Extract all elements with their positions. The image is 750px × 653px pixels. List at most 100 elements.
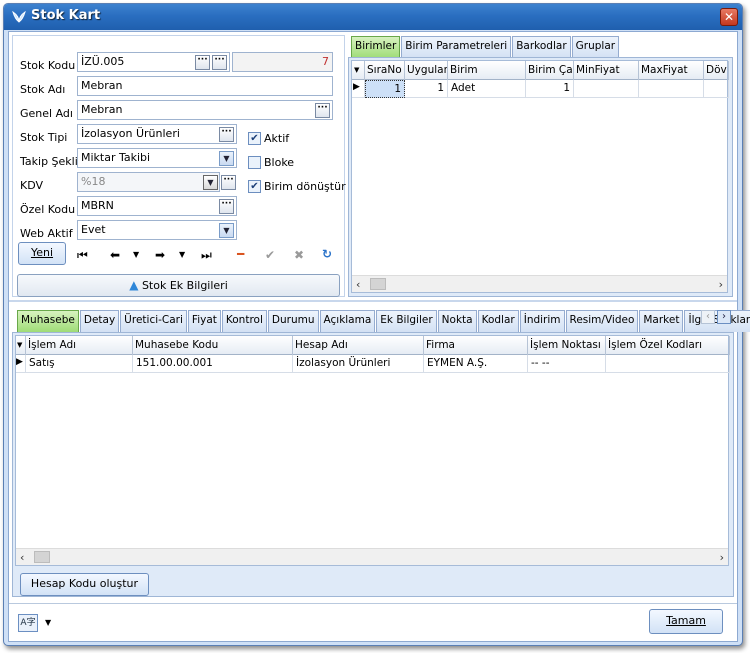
tab-durumu[interactable]: Durumu: [267, 310, 319, 332]
app-icon: [12, 10, 26, 23]
next-record-icon[interactable]: ➡: [155, 248, 165, 262]
tab-ek-bilgiler[interactable]: Ek Bilgiler: [376, 310, 437, 332]
kdv-select[interactable]: %18: [77, 172, 220, 192]
cell-firma[interactable]: EYMEN A.Ş.: [424, 355, 528, 373]
scroll-left-icon[interactable]: ‹: [356, 278, 360, 291]
stok-adi-input[interactable]: Mebran: [77, 76, 333, 96]
scroll-right-icon[interactable]: ›: [719, 278, 723, 291]
yeni-button[interactable]: Yeni: [18, 242, 66, 265]
aktif-checkbox[interactable]: ✔: [248, 132, 261, 145]
col-islem-adi[interactable]: İşlem Adı: [26, 336, 133, 355]
tabs-scroll-right-icon[interactable]: ›: [717, 310, 731, 324]
stok-tipi-ellipsis-button[interactable]: ···: [219, 127, 234, 142]
column-chooser-chevron-down-icon[interactable]: ▼: [352, 61, 365, 80]
kdv-ellipsis-button[interactable]: ···: [221, 175, 236, 190]
tab-kontrol[interactable]: Kontrol: [221, 310, 267, 332]
unit-grid-header: ▼ SıraNo Uygulam Birim Birim Çarp MinFiy…: [352, 61, 729, 80]
col-minfiyat[interactable]: MinFiyat: [574, 61, 639, 80]
bloke-checkbox[interactable]: [248, 156, 261, 169]
col-hesap-adi[interactable]: Hesap Adı: [293, 336, 424, 355]
stok-kodu-ellipsis-button[interactable]: ···: [195, 55, 210, 70]
col-sirano[interactable]: SıraNo: [365, 61, 405, 80]
web-aktif-chevron-down-icon[interactable]: ▼: [219, 223, 234, 238]
acc-column-chooser-chevron-down-icon[interactable]: ▼: [16, 336, 26, 355]
hesap-kodu-olustur-button[interactable]: Hesap Kodu oluştur: [20, 573, 149, 596]
cell-hesap-adi[interactable]: İzolasyon Ürünleri: [293, 355, 424, 373]
tab-uretici-cari[interactable]: Üretici-Cari: [120, 310, 187, 332]
kdv-chevron-down-icon[interactable]: ▼: [203, 175, 218, 190]
tab-barkodlar[interactable]: Barkodlar: [512, 36, 571, 58]
tab-birimler[interactable]: Birimler: [351, 36, 401, 58]
delete-icon[interactable]: ━: [237, 247, 244, 261]
unit-grid: ▼ SıraNo Uygulam Birim Birim Çarp MinFiy…: [351, 60, 729, 293]
tab-nokta[interactable]: Nokta: [437, 310, 477, 332]
cell-maxfiyat[interactable]: [639, 80, 704, 98]
tab-market[interactable]: Market: [639, 310, 684, 332]
stok-ek-bilgileri-button[interactable]: ▲ Stok Ek Bilgileri: [17, 274, 340, 297]
col-muhasebe-kodu[interactable]: Muhasebe Kodu: [133, 336, 293, 355]
cell-birim[interactable]: Adet: [448, 80, 526, 98]
takip-sekli-chevron-down-icon[interactable]: ▼: [219, 151, 234, 166]
col-birim[interactable]: Birim: [448, 61, 526, 80]
tab-detay[interactable]: Detay: [79, 310, 120, 332]
cell-sirano[interactable]: 1: [365, 80, 405, 98]
acc-scroll-left-icon[interactable]: ‹: [20, 551, 24, 564]
takip-sekli-select[interactable]: Miktar Takibi: [77, 148, 237, 168]
tab-aciklama[interactable]: Açıklama: [319, 310, 376, 332]
cancel-icon[interactable]: ✖: [294, 248, 304, 262]
col-doviz[interactable]: Döv: [704, 61, 729, 80]
save-check-icon[interactable]: ✔: [265, 248, 275, 262]
stok-kodu-ellipsis-button-2[interactable]: ···: [212, 55, 227, 70]
genel-adi-ellipsis-button[interactable]: ···: [315, 103, 330, 118]
tab-muhasebe[interactable]: Muhasebe: [17, 310, 79, 332]
tab-resim-video[interactable]: Resim/Video: [565, 310, 639, 332]
cell-islem-adi[interactable]: Satış: [26, 355, 133, 373]
stok-kart-window: Stok Kart ✕ Stok Kodu İZÜ.005 ··· ··· 7 …: [3, 3, 750, 646]
web-aktif-select[interactable]: Evet: [77, 220, 237, 240]
close-button[interactable]: ✕: [720, 8, 738, 26]
col-firma[interactable]: Firma: [424, 336, 528, 355]
prev-dropdown-chevron-down-icon[interactable]: ▼: [133, 248, 139, 262]
acc-scroll-thumb[interactable]: [34, 551, 50, 563]
stok-tipi-input[interactable]: İzolasyon Ürünleri: [77, 124, 237, 144]
cell-uygulam[interactable]: 1: [405, 80, 448, 98]
tab-indirim[interactable]: İndirim: [519, 310, 565, 332]
language-chevron-down-icon[interactable]: ▼: [45, 618, 51, 627]
cell-birim-carpan[interactable]: 1: [526, 80, 574, 98]
next-dropdown-chevron-down-icon[interactable]: ▼: [179, 248, 185, 262]
acc-scroll-right-icon[interactable]: ›: [720, 551, 724, 564]
cell-minfiyat[interactable]: [574, 80, 639, 98]
cell-islem-noktasi[interactable]: -- --: [528, 355, 606, 373]
language-icon[interactable]: A字: [18, 614, 38, 632]
col-maxfiyat[interactable]: MaxFiyat: [639, 61, 704, 80]
col-birim-carpan[interactable]: Birim Çarp: [526, 61, 574, 80]
tamam-button[interactable]: Tamam: [649, 609, 723, 634]
col-uygulam[interactable]: Uygulam: [405, 61, 448, 80]
col-islem-ozel-kodlari[interactable]: İşlem Özel Kodları: [606, 336, 730, 355]
cell-muhasebe-kodu[interactable]: 151.00.00.001: [133, 355, 293, 373]
cell-islem-ozel-kodlari[interactable]: [606, 355, 730, 373]
accounting-grid-hscrollbar[interactable]: ‹ ›: [16, 548, 728, 565]
tab-fiyat[interactable]: Fiyat: [187, 310, 221, 332]
tab-kodlar[interactable]: Kodlar: [477, 310, 519, 332]
tab-birim-parametreleri[interactable]: Birim Parametreleri: [401, 36, 512, 58]
accounting-grid-header: ▼ İşlem Adı Muhasebe Kodu Hesap Adı Firm…: [16, 336, 730, 355]
unit-grid-hscrollbar[interactable]: ‹ ›: [352, 275, 727, 292]
refresh-icon[interactable]: ↻: [322, 247, 332, 261]
birim-donustur-checkbox[interactable]: ✔: [248, 180, 261, 193]
tabs-scroll-left-icon[interactable]: ‹: [701, 310, 715, 324]
tab-gruplar[interactable]: Gruplar: [571, 36, 620, 58]
genel-adi-input[interactable]: Mebran: [77, 100, 333, 120]
up-arrow-icon: ▲: [129, 278, 139, 292]
table-row[interactable]: ▶ Satış 151.00.00.001 İzolasyon Ürünleri…: [16, 355, 730, 373]
first-record-icon[interactable]: ⏮: [77, 248, 88, 262]
splitter[interactable]: [9, 300, 737, 302]
ozel-kodu-ellipsis-button[interactable]: ···: [219, 199, 234, 214]
cell-doviz[interactable]: [704, 80, 729, 98]
scroll-thumb[interactable]: [370, 278, 386, 290]
table-row[interactable]: ▶ 1 1 Adet 1: [352, 80, 729, 98]
prev-record-icon[interactable]: ⬅: [110, 248, 120, 262]
col-islem-noktasi[interactable]: İşlem Noktası: [528, 336, 606, 355]
ozel-kodu-input[interactable]: MBRN: [77, 196, 237, 216]
last-record-icon[interactable]: ⏭: [201, 248, 212, 262]
